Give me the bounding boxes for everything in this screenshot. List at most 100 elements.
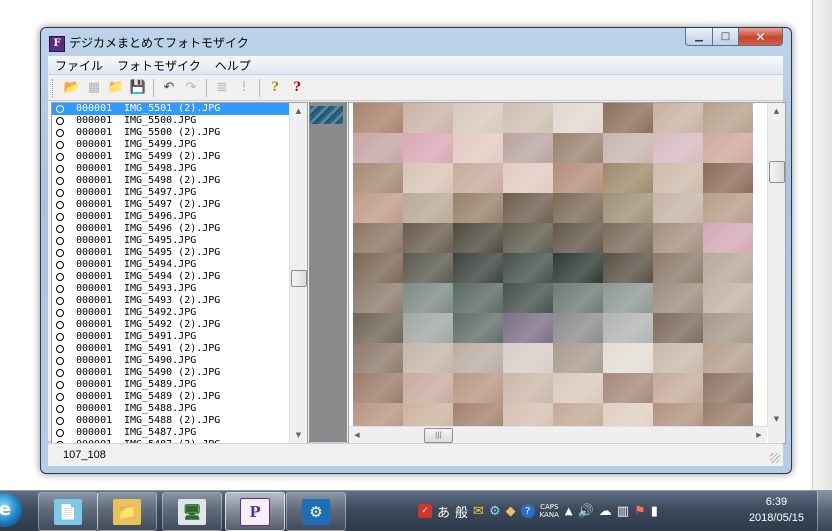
list-item[interactable]: 000001 IMG_5492 (2).JPG bbox=[52, 319, 289, 331]
ime-dictionary-icon[interactable]: ✉ bbox=[473, 504, 484, 519]
radio-icon[interactable] bbox=[56, 285, 64, 293]
radio-icon[interactable] bbox=[56, 225, 64, 233]
list-item[interactable]: 000001 IMG_5500.JPG bbox=[52, 115, 289, 127]
undo-icon[interactable]: ↶ bbox=[158, 78, 180, 98]
radio-icon[interactable] bbox=[56, 117, 64, 125]
list-item[interactable]: 000001 IMG_5487.JPG bbox=[52, 427, 289, 439]
scroll-left-icon[interactable]: ◀ bbox=[349, 427, 365, 443]
menu-file[interactable]: ファイル bbox=[48, 57, 110, 74]
radio-icon[interactable] bbox=[56, 429, 64, 437]
file-list-scrollbar[interactable]: ▲ ▼ bbox=[289, 103, 307, 443]
radio-icon[interactable] bbox=[56, 417, 64, 425]
ime-options-icon[interactable]: ◆ bbox=[506, 504, 516, 519]
list-item[interactable]: 000001 IMG_5498 (2).JPG bbox=[52, 175, 289, 187]
scroll-thumb[interactable] bbox=[769, 161, 785, 183]
radio-icon[interactable] bbox=[56, 105, 64, 113]
list-item[interactable]: 000001 IMG_5491.JPG bbox=[52, 331, 289, 343]
action-center-icon[interactable]: ⚑ bbox=[634, 504, 646, 519]
scroll-down-icon[interactable]: ▼ bbox=[768, 411, 785, 427]
radio-icon[interactable] bbox=[56, 177, 64, 185]
taskbar-app-explorer[interactable]: 📁 bbox=[97, 492, 157, 531]
ime-kanji-indicator[interactable]: 般 bbox=[455, 502, 468, 521]
scroll-up-icon[interactable]: ▲ bbox=[290, 103, 307, 119]
list-item[interactable]: 000001 IMG_5490.JPG bbox=[52, 355, 289, 367]
list-item[interactable]: 000001 IMG_5489 (2).JPG bbox=[52, 391, 289, 403]
power-icon[interactable]: ▮ bbox=[651, 504, 658, 519]
list-item[interactable]: 000001 IMG_5488 (2).JPG bbox=[52, 415, 289, 427]
app-icon[interactable]: F bbox=[49, 36, 65, 52]
photo-mosaic[interactable] bbox=[353, 103, 753, 429]
ime-tools-icon[interactable]: ⚙ bbox=[489, 504, 501, 519]
ime-mode-indicator[interactable]: あ bbox=[437, 502, 450, 521]
menu-photomosaic[interactable]: フォトモザイク bbox=[110, 57, 208, 74]
resize-grip[interactable] bbox=[770, 453, 780, 463]
scroll-thumb[interactable]: ||| bbox=[424, 428, 453, 443]
show-hidden-icons-icon[interactable]: ▲ bbox=[565, 506, 573, 517]
list-item[interactable]: 000001 IMG_5496 (2).JPG bbox=[52, 223, 289, 235]
radio-icon[interactable] bbox=[56, 141, 64, 149]
list-item[interactable]: 000001 IMG_5500 (2).JPG bbox=[52, 127, 289, 139]
list-item[interactable]: 000001 IMG_5493 (2).JPG bbox=[52, 295, 289, 307]
radio-icon[interactable] bbox=[56, 369, 64, 377]
list-item[interactable]: 000001 IMG_5499 (2).JPG bbox=[52, 151, 289, 163]
save-icon[interactable]: 💾 bbox=[127, 78, 149, 98]
radio-icon[interactable] bbox=[56, 405, 64, 413]
radio-icon[interactable] bbox=[56, 213, 64, 221]
list-item[interactable]: 000001 IMG_5501 (2).JPG bbox=[52, 103, 289, 115]
list-item[interactable]: 000001 IMG_5489.JPG bbox=[52, 379, 289, 391]
list-item[interactable]: 000001 IMG_5493.JPG bbox=[52, 283, 289, 295]
taskbar-app-notepad[interactable]: 📄 bbox=[38, 492, 98, 531]
taskbar-app-monitor[interactable]: 🖥 bbox=[162, 492, 222, 531]
folder-icon[interactable]: 📁 bbox=[105, 78, 127, 98]
list-item[interactable]: 000001 IMG_5494 (2).JPG bbox=[52, 271, 289, 283]
radio-icon[interactable] bbox=[56, 381, 64, 389]
radio-icon[interactable] bbox=[56, 393, 64, 401]
network-icon[interactable]: ▥ bbox=[617, 504, 629, 519]
radio-icon[interactable] bbox=[56, 165, 64, 173]
list-item[interactable]: 000001 IMG_5495 (2).JPG bbox=[52, 247, 289, 259]
radio-icon[interactable] bbox=[56, 129, 64, 137]
selected-thumbnail[interactable] bbox=[310, 106, 343, 124]
radio-icon[interactable] bbox=[56, 153, 64, 161]
list-item[interactable]: 000001 IMG_5494.JPG bbox=[52, 259, 289, 271]
scroll-right-icon[interactable]: ▶ bbox=[751, 427, 767, 443]
list-item[interactable]: 000001 IMG_5491 (2).JPG bbox=[52, 343, 289, 355]
list-item[interactable]: 000001 IMG_5497 (2).JPG bbox=[52, 199, 289, 211]
radio-icon[interactable] bbox=[56, 249, 64, 257]
show-desktop-button[interactable] bbox=[817, 491, 832, 531]
whats-this-icon[interactable]: ? bbox=[286, 78, 308, 98]
image-icon[interactable]: ▦ bbox=[83, 78, 105, 98]
title-bar[interactable]: F デジカメまとめてフォトモザイク ▁ □ ✕ bbox=[41, 28, 791, 56]
open-folder-icon[interactable]: 📂 bbox=[61, 78, 83, 98]
scroll-up-icon[interactable]: ▲ bbox=[768, 103, 785, 119]
mosaic-vertical-scrollbar[interactable]: ▲ ▼ bbox=[767, 103, 785, 427]
volume-icon[interactable]: 🔊 bbox=[578, 504, 594, 519]
list-item[interactable]: 000001 IMG_5497.JPG bbox=[52, 187, 289, 199]
list-item[interactable]: 000001 IMG_5499.JPG bbox=[52, 139, 289, 151]
list-item[interactable]: 000001 IMG_5488.JPG bbox=[52, 403, 289, 415]
ime-help-icon[interactable]: ? bbox=[520, 504, 535, 518]
radio-icon[interactable] bbox=[56, 189, 64, 197]
toolbar-grip[interactable] bbox=[52, 78, 56, 97]
clock[interactable]: 6:39 2018/05/15 bbox=[749, 494, 804, 526]
close-button[interactable]: ✕ bbox=[739, 28, 783, 46]
exclamation-icon[interactable]: ! bbox=[233, 78, 255, 98]
start-button[interactable]: e bbox=[0, 493, 22, 527]
list-item[interactable]: 000001 IMG_5492.JPG bbox=[52, 307, 289, 319]
scroll-thumb[interactable] bbox=[291, 270, 307, 287]
menu-help[interactable]: ヘルプ bbox=[208, 57, 258, 74]
redo-icon[interactable]: ↷ bbox=[180, 78, 202, 98]
maximize-button[interactable]: □ bbox=[713, 28, 739, 46]
radio-icon[interactable] bbox=[56, 201, 64, 209]
radio-icon[interactable] bbox=[56, 333, 64, 341]
list-item[interactable]: 000001 IMG_5498.JPG bbox=[52, 163, 289, 175]
radio-icon[interactable] bbox=[56, 321, 64, 329]
mosaic-horizontal-scrollbar[interactable]: ◀ ||| ▶ bbox=[349, 426, 767, 443]
list-icon[interactable]: ≣ bbox=[211, 78, 233, 98]
list-item[interactable]: 000001 IMG_5495.JPG bbox=[52, 235, 289, 247]
radio-icon[interactable] bbox=[56, 261, 64, 269]
taskbar-app-settings[interactable]: ⚙ bbox=[286, 492, 346, 531]
radio-icon[interactable] bbox=[56, 345, 64, 353]
radio-icon[interactable] bbox=[56, 357, 64, 365]
ime-pad-icon[interactable]: ✓ bbox=[418, 504, 432, 518]
